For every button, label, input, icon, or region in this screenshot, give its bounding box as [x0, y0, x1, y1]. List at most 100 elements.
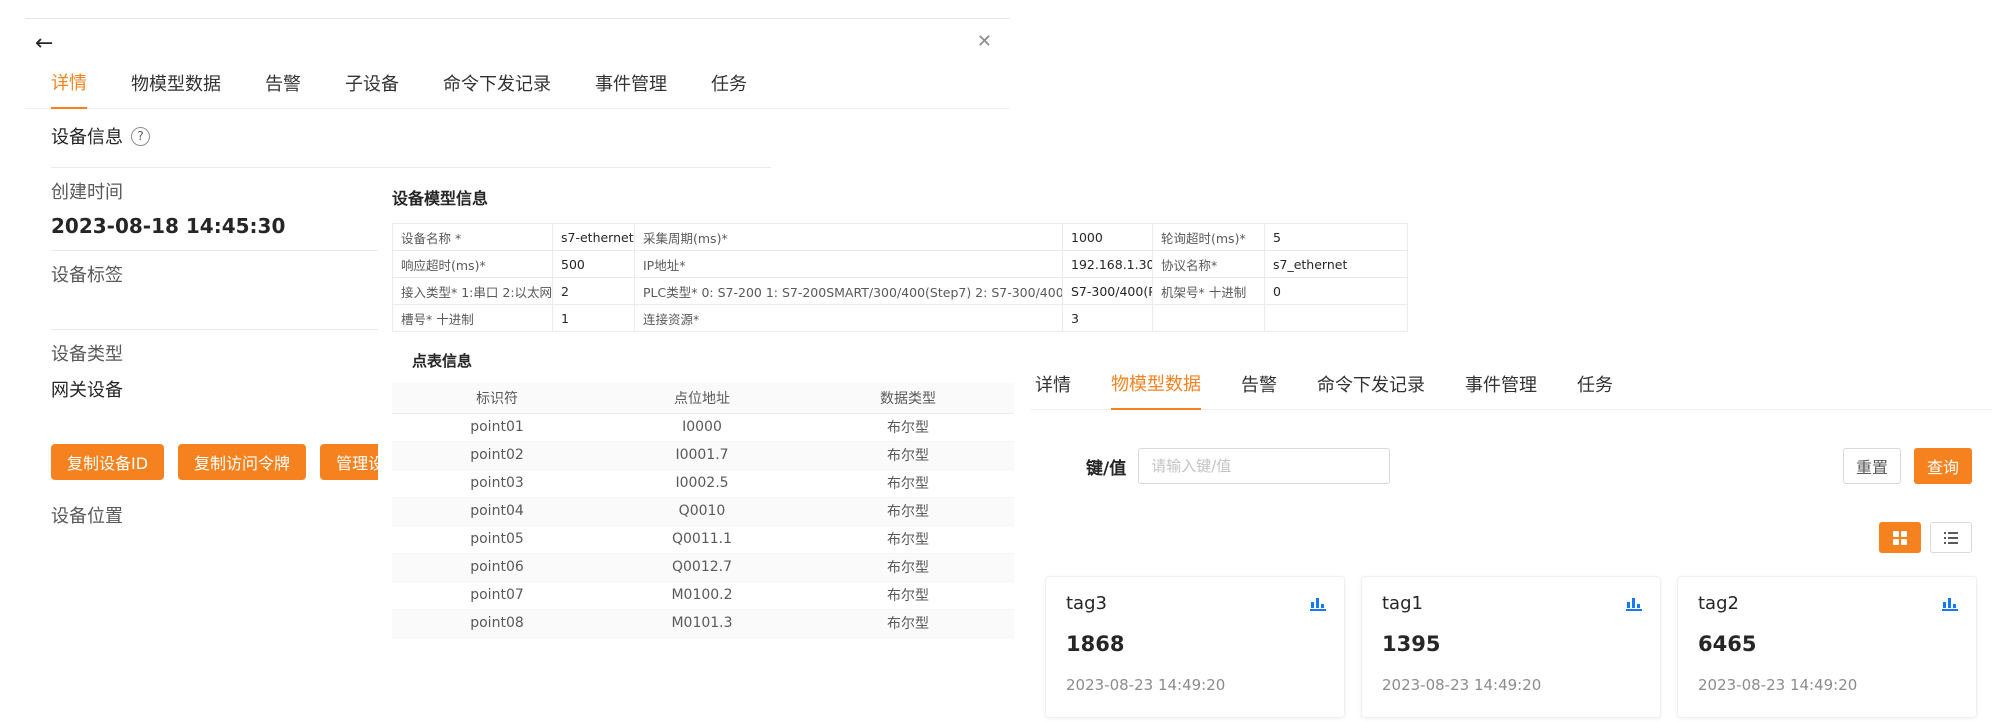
t-tab-tasks[interactable]: 任务 — [1577, 371, 1613, 409]
device-info-label: 设备信息 — [51, 123, 123, 149]
tab-alarms[interactable]: 告警 — [265, 70, 301, 108]
point-address: M0100.2 — [602, 581, 802, 609]
config-value-cell: 3 — [1063, 305, 1153, 332]
close-icon[interactable]: ✕ — [977, 31, 992, 52]
tag-value: 1868 — [1066, 632, 1324, 656]
tag-time: 2023-08-23 14:49:20 — [1066, 676, 1324, 694]
config-label-cell: PLC类型* 0: S7-200 1: S7-200SMART/300/400(… — [635, 278, 1063, 305]
point-id: point03 — [392, 469, 602, 497]
tab-sub-devices[interactable]: 子设备 — [345, 70, 399, 108]
point-address: I0000 — [602, 413, 802, 441]
point-row: point05Q0011.1布尔型 — [392, 525, 1014, 553]
config-label-cell: 轮询超时(ms)* — [1153, 224, 1265, 251]
copy-device-id-button[interactable]: 复制设备ID — [51, 444, 164, 480]
point-type: 布尔型 — [802, 609, 1014, 637]
point-type: 布尔型 — [802, 469, 1014, 497]
tab-thing-model[interactable]: 物模型数据 — [131, 70, 221, 108]
point-type: 布尔型 — [802, 441, 1014, 469]
back-icon[interactable]: ← — [35, 31, 53, 56]
point-table: 标识符 点位地址 数据类型 point01I0000布尔型 point02I00… — [392, 383, 1014, 638]
tag-time: 2023-08-23 14:49:20 — [1382, 676, 1640, 694]
config-value-cell: 500 — [553, 251, 635, 278]
point-type: 布尔型 — [802, 553, 1014, 581]
dialog-header: ← ✕ — [25, 19, 1010, 67]
key-value-input[interactable] — [1138, 448, 1390, 484]
telemetry-panel: 详情 物模型数据 告警 命令下发记录 事件管理 任务 键/值 重置 查询 tag… — [1030, 368, 1992, 718]
config-row: 响应超时(ms)* 500 IP地址* 192.168.1.30 协议名称* s… — [393, 251, 1408, 278]
filter-row: 键/值 重置 查询 — [1030, 448, 1992, 484]
config-value-cell: 5 — [1265, 224, 1408, 251]
point-row: point07M0100.2布尔型 — [392, 581, 1014, 609]
point-type: 布尔型 — [802, 525, 1014, 553]
device-info-title: 设备信息 ? — [51, 123, 1010, 149]
chart-icon[interactable] — [1940, 593, 1960, 613]
config-label-cell: 协议名称* — [1153, 251, 1265, 278]
config-value-cell: 0 — [1265, 278, 1408, 305]
point-address: I0001.7 — [602, 441, 802, 469]
tag-name: tag1 — [1382, 593, 1423, 614]
config-label-cell — [1153, 305, 1265, 332]
point-id: point02 — [392, 441, 602, 469]
telemetry-tabs: 详情 物模型数据 告警 命令下发记录 事件管理 任务 — [1030, 368, 1992, 410]
t-tab-thing-model[interactable]: 物模型数据 — [1111, 370, 1201, 410]
config-value-cell: S7-300/400(Portal)/1200/1500 — [1063, 278, 1153, 305]
grid-icon — [1892, 530, 1908, 546]
telemetry-card: tag1 1395 2023-08-23 14:49:20 — [1361, 576, 1661, 718]
config-label-cell: 设备名称 * — [393, 224, 553, 251]
config-value-cell: 1000 — [1063, 224, 1153, 251]
point-type: 布尔型 — [802, 581, 1014, 609]
config-label-cell: 槽号* 十进制 — [393, 305, 553, 332]
config-label-cell: 接入类型* 1:串口 2:以太网 — [393, 278, 553, 305]
t-tab-command-log[interactable]: 命令下发记录 — [1317, 371, 1425, 409]
config-label-cell: 响应超时(ms)* — [393, 251, 553, 278]
config-label-cell: 机架号* 十进制 — [1153, 278, 1265, 305]
config-row: 设备名称 * s7-ethernet 采集周期(ms)* 1000 轮询超时(m… — [393, 224, 1408, 251]
point-table-header: 标识符 点位地址 数据类型 — [392, 383, 1014, 413]
col-datatype: 数据类型 — [802, 383, 1014, 413]
point-address: M0101.3 — [602, 609, 802, 637]
t-tab-details[interactable]: 详情 — [1035, 371, 1071, 409]
point-id: point05 — [392, 525, 602, 553]
tab-command-log[interactable]: 命令下发记录 — [443, 70, 551, 108]
tab-details[interactable]: 详情 — [51, 69, 87, 109]
card-view-button[interactable] — [1879, 522, 1921, 553]
view-toggle — [1030, 522, 1992, 553]
point-id: point07 — [392, 581, 602, 609]
detail-tabs: 详情 物模型数据 告警 子设备 命令下发记录 事件管理 任务 — [25, 67, 1010, 109]
point-row: point01I0000布尔型 — [392, 413, 1014, 441]
point-type: 布尔型 — [802, 497, 1014, 525]
search-button[interactable]: 查询 — [1914, 448, 1972, 484]
help-icon[interactable]: ? — [131, 127, 150, 146]
list-view-button[interactable] — [1930, 522, 1972, 553]
col-address: 点位地址 — [602, 383, 802, 413]
point-row: point06Q0012.7布尔型 — [392, 553, 1014, 581]
model-info-title: 设备模型信息 — [392, 185, 1418, 209]
point-id: point08 — [392, 609, 602, 637]
tab-tasks[interactable]: 任务 — [711, 70, 747, 108]
chart-icon[interactable] — [1308, 593, 1328, 613]
config-row: 接入类型* 1:串口 2:以太网 2 PLC类型* 0: S7-200 1: S… — [393, 278, 1408, 305]
config-row: 槽号* 十进制 1 连接资源* 3 — [393, 305, 1408, 332]
copy-access-token-button[interactable]: 复制访问令牌 — [178, 444, 306, 480]
tag-name: tag2 — [1698, 593, 1739, 614]
config-value-cell: 192.168.1.30 — [1063, 251, 1153, 278]
point-address: Q0010 — [602, 497, 802, 525]
point-id: point06 — [392, 553, 602, 581]
config-value-cell — [1265, 305, 1408, 332]
telemetry-cards: tag3 1868 2023-08-23 14:49:20 tag1 1395 … — [1030, 576, 1992, 718]
config-label-cell: IP地址* — [635, 251, 1063, 278]
t-tab-alarms[interactable]: 告警 — [1241, 371, 1277, 409]
point-type: 布尔型 — [802, 413, 1014, 441]
point-id: point01 — [392, 413, 602, 441]
reset-button[interactable]: 重置 — [1843, 448, 1901, 484]
tag-name: tag3 — [1066, 593, 1107, 614]
chart-icon[interactable] — [1624, 593, 1644, 613]
point-row: point08M0101.3布尔型 — [392, 609, 1014, 637]
t-tab-event-mgmt[interactable]: 事件管理 — [1465, 371, 1537, 409]
tab-event-mgmt[interactable]: 事件管理 — [595, 70, 667, 108]
point-row: point03I0002.5布尔型 — [392, 469, 1014, 497]
telemetry-card: tag2 6465 2023-08-23 14:49:20 — [1677, 576, 1977, 718]
config-value-cell: 1 — [553, 305, 635, 332]
tag-time: 2023-08-23 14:49:20 — [1698, 676, 1956, 694]
point-row: point02I0001.7布尔型 — [392, 441, 1014, 469]
